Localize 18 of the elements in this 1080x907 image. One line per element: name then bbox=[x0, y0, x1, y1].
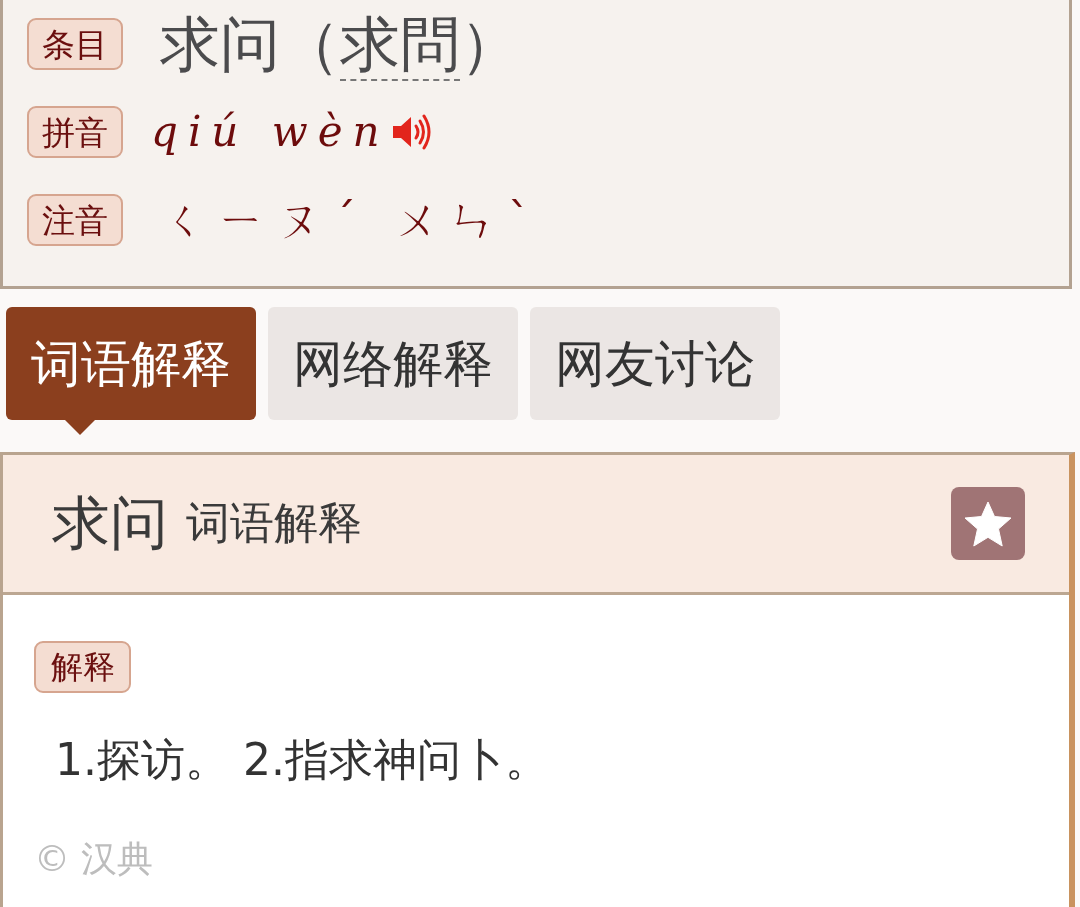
explanation-label-tag: 解释 bbox=[34, 641, 131, 693]
zhuyin-text: ㄑㄧㄡˊ ㄨㄣˋ bbox=[163, 195, 542, 245]
traditional-form-link[interactable]: 求問 bbox=[340, 9, 460, 81]
star-icon bbox=[964, 500, 1012, 547]
zhuyin-label-tag: 注音 bbox=[27, 194, 123, 246]
speaker-icon[interactable] bbox=[391, 113, 432, 151]
copyright-text: © 汉典 bbox=[34, 836, 155, 880]
tab[interactable]: 网络解释 bbox=[268, 307, 518, 420]
pinyin-text: qiú wèn bbox=[151, 108, 390, 156]
card-title: 求问 bbox=[52, 491, 168, 556]
card-subtitle: 词语解释 bbox=[186, 499, 362, 548]
tab-pointer-icon bbox=[65, 420, 95, 435]
pinyin-label-tag: 拼音 bbox=[27, 106, 123, 158]
definition-text: 1.探访。 2.指求神问卜。 bbox=[55, 734, 550, 787]
tab[interactable]: 词语解释 bbox=[6, 307, 256, 420]
entry-label-tag: 条目 bbox=[27, 18, 123, 70]
favorite-button[interactable] bbox=[951, 487, 1025, 560]
tab[interactable]: 网友讨论 bbox=[530, 307, 780, 420]
